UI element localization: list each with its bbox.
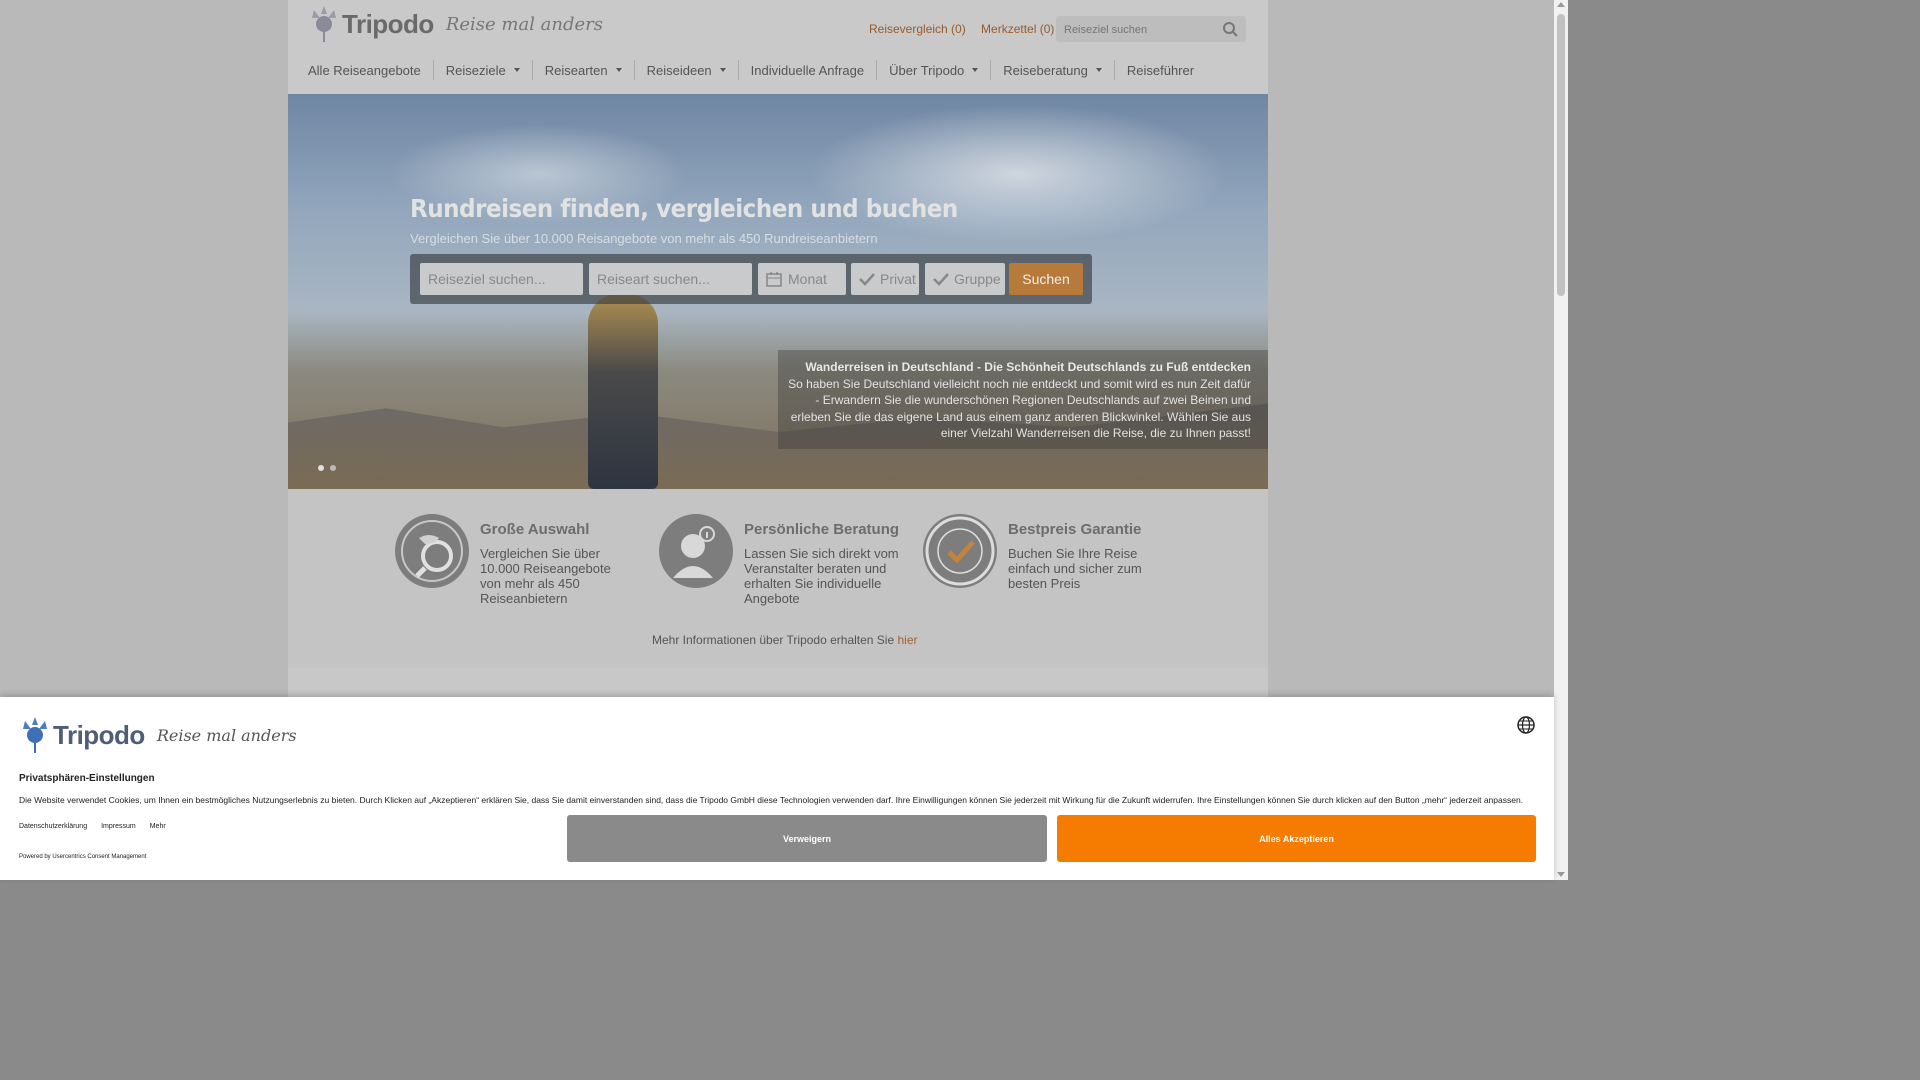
advisor-icon	[659, 514, 733, 588]
nav-item-label: Individuelle Anfrage	[750, 62, 865, 78]
travel-type-search-input[interactable]: Reiseart suchen...	[589, 263, 752, 295]
promo-text: So haben Sie Deutschland vielleicht noch…	[788, 377, 1251, 440]
imprint-link[interactable]: Impressum	[101, 823, 136, 830]
main-nav: Alle Reiseangebote Reiseziele Reisearten…	[296, 60, 1206, 80]
check-icon	[933, 273, 949, 286]
caret-down-icon	[1095, 68, 1102, 72]
top-search-input[interactable]	[1062, 16, 1216, 44]
hero-hiker-image	[588, 294, 658, 489]
slider-dot[interactable]	[330, 465, 336, 471]
nav-item-alle-reiseangebote[interactable]: Alle Reiseangebote	[296, 60, 433, 80]
caret-down-icon	[513, 68, 520, 72]
nav-item-label: Reiseziele	[445, 62, 506, 78]
month-select[interactable]: Monat	[758, 263, 846, 295]
logo-name: Tripodo	[342, 8, 434, 39]
nav-item-individuelle-anfrage[interactable]: Individuelle Anfrage	[737, 60, 876, 80]
consent-logo-name: Tripodo	[53, 719, 145, 750]
calendar-icon	[766, 272, 782, 287]
more-link[interactable]: Mehr	[150, 823, 166, 830]
top-links: Reisevergleich (0) Merkzettel (0)	[869, 22, 1066, 36]
nav-item-label: Reiseführer	[1126, 62, 1195, 78]
deny-button[interactable]: Verweigern	[567, 815, 1047, 862]
scroll-up-arrow-icon[interactable]	[1557, 2, 1565, 7]
feature-text: Vergleichen Sie über 10.000 Reiseangebot…	[480, 546, 611, 606]
consent-logo: Tripodo Reise mal anders	[19, 715, 297, 755]
more-info-text: Mehr Informationen über Tripodo erhalten…	[652, 633, 918, 647]
logo-mark-icon	[23, 717, 47, 753]
top-search	[1056, 16, 1246, 44]
hero-title: Rundreisen finden, vergleichen und buche…	[410, 194, 958, 223]
language-globe-icon[interactable]	[1516, 715, 1536, 735]
tripodo-logo[interactable]: Tripodo Reise mal anders	[308, 4, 603, 44]
logo-mark-icon	[308, 4, 340, 44]
logo-tagline: Reise mal anders	[445, 13, 604, 35]
group-label: Gruppe	[954, 271, 1001, 287]
consent-logo-tagline: Reise mal anders	[156, 725, 297, 745]
nav-item-label: Über Tripodo	[889, 62, 965, 78]
lower-content-band	[288, 668, 1268, 698]
nav-item-reisearten[interactable]: Reisearten	[531, 60, 634, 80]
slider-dots	[318, 465, 336, 471]
caret-down-icon	[719, 68, 726, 72]
nav-item-reisefuehrer[interactable]: Reiseführer	[1113, 60, 1206, 80]
feature-title: Große Auswahl	[480, 521, 590, 538]
feature-title: Bestpreis Garantie	[1008, 521, 1142, 538]
month-label: Monat	[788, 271, 827, 287]
site-header: Tripodo Reise mal anders Reisevergleich …	[288, 0, 1268, 94]
scroll-down-arrow-icon[interactable]	[1557, 872, 1565, 877]
nav-item-reiseideen[interactable]: Reiseideen	[633, 60, 738, 80]
nav-item-label: Alle Reiseangebote	[308, 62, 421, 78]
search-icon[interactable]	[1222, 21, 1238, 37]
consent-text: Die Website verwendet Cookies, um Ihnen …	[19, 795, 1524, 805]
more-info-link[interactable]: hier	[897, 633, 917, 647]
best-price-seal-icon	[923, 514, 997, 588]
cookie-consent-banner: Tripodo Reise mal anders Privatsphären-E…	[0, 697, 1554, 880]
consent-links: Datenschutzerklärung Impressum Mehr	[19, 823, 166, 830]
wishlist-link[interactable]: Merkzettel (0)	[981, 22, 1054, 36]
group-toggle[interactable]: Gruppe	[925, 263, 1005, 295]
hero-subtitle: Vergleichen Sie über 10.000 Reisangebote…	[410, 231, 878, 246]
caret-down-icon	[615, 68, 622, 72]
hero-promo-box[interactable]: Wanderreisen in Deutschland - Die Schönh…	[778, 350, 1268, 449]
feature-text: Buchen Sie Ihre Reise einfach und sicher…	[1008, 546, 1142, 591]
slider-dot[interactable]	[318, 465, 324, 471]
nav-item-label: Reiseberatung	[1003, 62, 1088, 78]
private-toggle[interactable]: Privat	[851, 263, 919, 295]
hero-search-box: Reiseziel suchen... Reiseart suchen... M…	[410, 254, 1092, 304]
consent-title: Privatsphären-Einstellungen	[19, 773, 155, 784]
search-submit-button[interactable]: Suchen	[1009, 263, 1083, 295]
globe-search-icon	[395, 514, 469, 588]
scrollbar-thumb[interactable]	[1557, 14, 1565, 296]
more-info-label: Mehr Informationen über Tripodo erhalten…	[652, 633, 898, 647]
feature-text: Lassen Sie sich direkt vom Veranstalter …	[744, 546, 899, 606]
nav-item-ueber-tripodo[interactable]: Über Tripodo	[876, 60, 990, 80]
check-icon	[859, 273, 875, 286]
nav-item-label: Reisearten	[544, 62, 608, 78]
hero-slider: Rundreisen finden, vergleichen und buche…	[288, 94, 1268, 489]
nav-item-label: Reiseideen	[646, 62, 712, 78]
destination-search-input[interactable]: Reiseziel suchen...	[420, 263, 583, 295]
feature-title: Persönliche Beratung	[744, 521, 900, 538]
travel-type-placeholder: Reiseart suchen...	[597, 271, 710, 287]
hero-cloud	[808, 104, 1228, 244]
promo-title: Wanderreisen in Deutschland - Die Schönh…	[805, 360, 1251, 374]
destination-placeholder: Reiseziel suchen...	[428, 271, 546, 287]
accept-all-button[interactable]: Alles Akzeptieren	[1057, 815, 1536, 862]
private-label: Privat	[880, 271, 916, 287]
page-scrollbar[interactable]	[1554, 0, 1568, 880]
nav-item-reiseberatung[interactable]: Reiseberatung	[990, 60, 1114, 80]
caret-down-icon	[972, 68, 979, 72]
nav-item-reiseziele[interactable]: Reiseziele	[432, 60, 532, 80]
powered-by-text: Powered by Usercentrics Consent Manageme…	[19, 854, 147, 860]
privacy-policy-link[interactable]: Datenschutzerklärung	[19, 823, 87, 830]
compare-link[interactable]: Reisevergleich (0)	[869, 22, 966, 36]
